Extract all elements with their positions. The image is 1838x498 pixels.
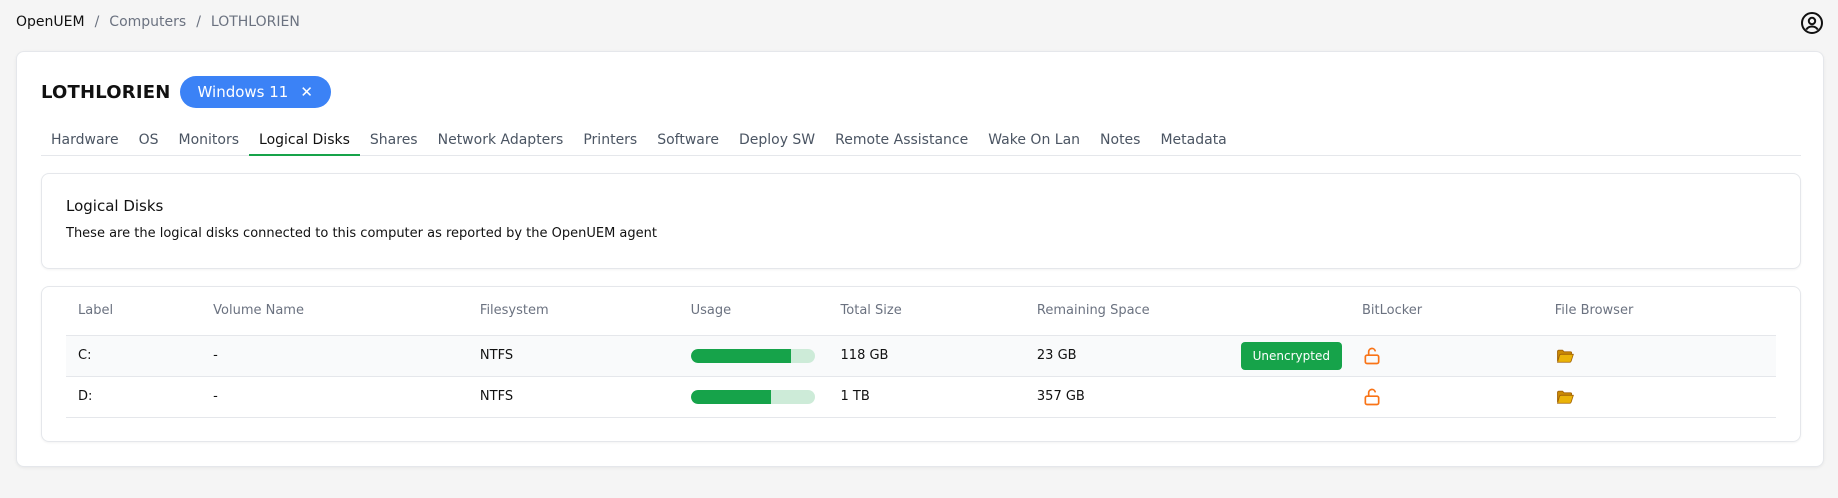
cell-file-browser [1542,376,1776,418]
column-header-encryption [1228,287,1350,336]
cell-label: C: [66,335,202,377]
tab-network-adapters[interactable]: Network Adapters [428,126,574,156]
tab-wake-on-lan[interactable]: Wake On Lan [978,126,1090,156]
top-bar: OpenUEM / Computers / LOTHLORIEN [0,0,1838,44]
breadcrumb-separator: / [94,14,100,30]
cell-volume-name: - [201,376,468,418]
os-badge: Windows 11 ✕ [179,76,331,108]
breadcrumb-computers[interactable]: Computers [109,14,186,30]
tab-notes[interactable]: Notes [1090,126,1150,156]
column-header-volume-name: Volume Name [201,287,468,336]
cell-file-browser [1542,335,1776,377]
disks-table-card: Label Volume Name Filesystem Usage Total… [41,286,1801,442]
tab-remote-assistance[interactable]: Remote Assistance [825,126,978,156]
cell-filesystem: NTFS [467,376,679,418]
info-card: Logical Disks These are the logical disk… [41,173,1801,269]
cell-label: D: [66,376,202,418]
cell-volume-name: - [201,335,468,377]
breadcrumb-separator: / [196,14,201,30]
tab-logical-disks[interactable]: Logical Disks [249,126,360,156]
cell-usage [678,335,829,377]
table-row: D: - NTFS 1 TB 357 GB [66,376,1776,418]
column-header-remaining-space: Remaining Space [1024,287,1229,336]
tab-deploy-sw[interactable]: Deploy SW [729,126,825,156]
disks-table: Label Volume Name Filesystem Usage Total… [66,287,1776,418]
os-badge-label: Windows 11 [197,83,289,101]
cell-remaining-space: 23 GB [1024,335,1229,377]
column-header-file-browser: File Browser [1542,287,1776,336]
lock-open-icon[interactable] [1362,346,1382,366]
breadcrumb-home[interactable]: OpenUEM [16,14,85,30]
user-circle-icon[interactable] [1800,11,1824,35]
tab-printers[interactable]: Printers [573,126,647,156]
computer-name: LOTHLORIEN [41,81,171,103]
tab-monitors[interactable]: Monitors [169,126,250,156]
info-description: These are the logical disks connected to… [66,226,657,241]
column-header-label: Label [66,287,202,336]
tab-shares[interactable]: Shares [360,126,428,156]
cell-bitlocker [1349,376,1543,418]
cell-filesystem: NTFS [467,335,679,377]
column-header-bitlocker: BitLocker [1349,287,1543,336]
table-row: C: - NTFS 118 GB 23 GB Unencrypted [66,335,1776,377]
cell-encryption [1228,376,1350,418]
breadcrumb-current: LOTHLORIEN [210,14,300,30]
lock-open-icon[interactable] [1362,387,1382,407]
unencrypted-badge: Unencrypted [1240,341,1342,370]
cell-total-size: 118 GB [828,335,1025,377]
folder-open-icon[interactable] [1555,346,1575,366]
cell-usage [678,376,829,418]
column-header-filesystem: Filesystem [467,287,679,336]
tab-hardware[interactable]: Hardware [41,126,129,156]
cell-remaining-space: 357 GB [1024,376,1229,418]
info-title: Logical Disks [66,197,164,215]
usage-fill [690,348,791,363]
tab-software[interactable]: Software [647,126,729,156]
close-icon[interactable]: ✕ [300,83,313,101]
tab-bar: Hardware OS Monitors Logical Disks Share… [41,126,1801,156]
column-header-usage: Usage [678,287,829,336]
tab-os[interactable]: OS [129,126,169,156]
table-header-row: Label Volume Name Filesystem Usage Total… [66,287,1776,336]
column-header-total-size: Total Size [828,287,1025,336]
tab-metadata[interactable]: Metadata [1150,126,1236,156]
computer-header: LOTHLORIEN Windows 11 ✕ [41,76,331,108]
usage-bar [690,348,815,363]
cell-encryption: Unencrypted [1228,335,1350,377]
cell-total-size: 1 TB [828,376,1025,418]
computer-card: LOTHLORIEN Windows 11 ✕ Hardware OS Moni… [16,51,1824,467]
usage-fill [690,389,772,404]
cell-bitlocker [1349,335,1543,377]
folder-open-icon[interactable] [1555,387,1575,407]
usage-bar [690,389,815,404]
